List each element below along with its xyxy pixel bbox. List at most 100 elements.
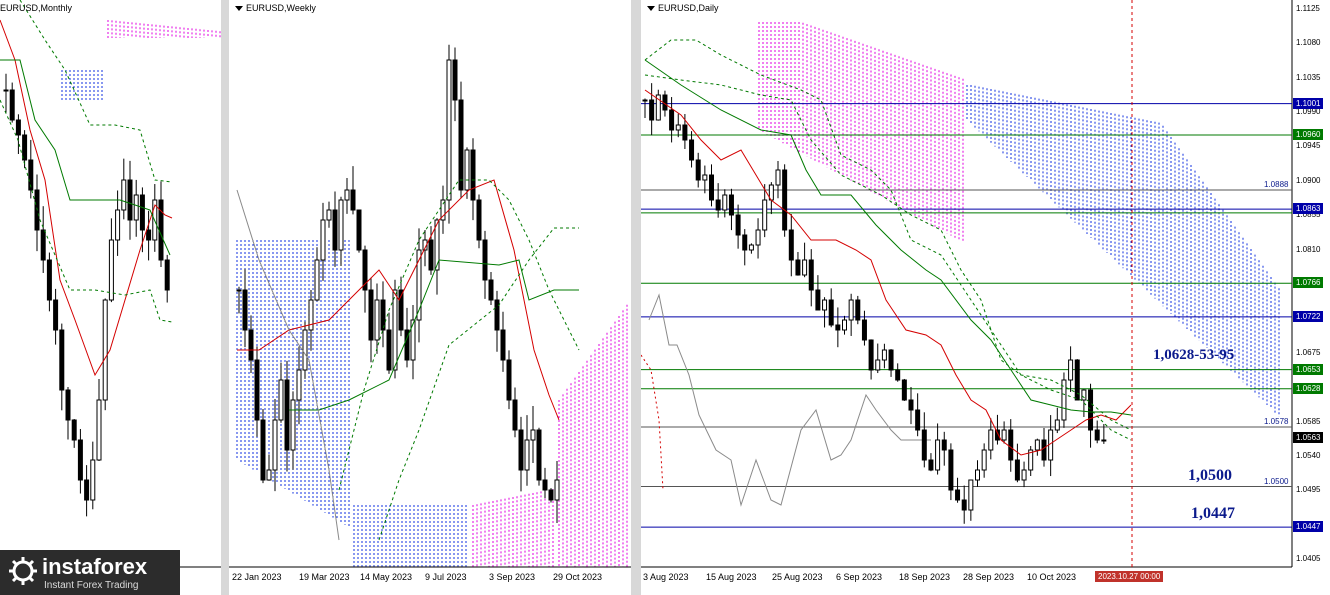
candle-body (1001, 429, 1007, 441)
candle-body (356, 209, 362, 251)
candle-body (689, 139, 695, 161)
logo-tagline: Instant Forex Trading (44, 580, 139, 591)
level-price-badge: 1.1001 (1293, 97, 1324, 109)
y-tick-label: 1.0540 (1296, 450, 1321, 460)
candle-body (65, 389, 71, 421)
dropdown-triangle-icon[interactable] (647, 6, 655, 12)
y-tick-label: 1.0900 (1296, 175, 1321, 185)
candle-body (314, 259, 320, 301)
daily-x-tick: 15 Aug 2023 (706, 572, 757, 582)
candle-body (428, 239, 434, 271)
candle-body (775, 169, 781, 186)
candle-body (242, 289, 248, 331)
candle-body (512, 399, 518, 431)
candle-body (77, 439, 83, 481)
candle-body (446, 59, 452, 201)
candle-body (488, 279, 494, 301)
candle-body (296, 369, 302, 401)
daily-x-tick: 18 Sep 2023 (899, 572, 951, 582)
annotation-1-0500: 1,0500 (1188, 467, 1232, 484)
candle-body (901, 379, 907, 401)
monthly-senkou-line (19, 0, 173, 183)
weekly-chart-panel[interactable]: EURUSD,Weekly 22 Jan 2023 19 Mar 2023 14… (229, 0, 631, 595)
candle-body (90, 459, 96, 501)
candle-body (861, 319, 867, 341)
weekly-x-tick: 19 Mar 2023 (299, 572, 350, 582)
weekly-x-tick: 3 Sep 2023 (489, 572, 536, 582)
candle-body (955, 489, 961, 501)
candle-body (554, 479, 560, 501)
candle-body (320, 219, 326, 261)
daily-chikou-line (648, 293, 931, 507)
candle-body (875, 359, 881, 371)
candle-body (470, 149, 476, 201)
level-price-badge: 1.0628 (1293, 382, 1324, 394)
candle-body (669, 109, 675, 131)
weekly-chart-title: EURUSD,Weekly (235, 3, 316, 13)
instaforex-logo: instaforex Instant Forex Trading (0, 550, 180, 595)
level-price-badge: 1.0863 (1293, 203, 1324, 215)
candle-body (935, 439, 941, 471)
candle-body (344, 189, 350, 201)
current-price-badge: 1.0563 (1293, 432, 1324, 444)
candle-body (868, 339, 874, 371)
candle-body (788, 229, 794, 261)
candle-body (682, 124, 688, 141)
daily-tenkan-line (644, 89, 1132, 456)
candle-body (1081, 389, 1087, 401)
candle-body (536, 429, 542, 481)
candle-body (530, 429, 536, 441)
candle-body (855, 299, 861, 321)
dropdown-triangle-icon[interactable] (235, 6, 243, 12)
candle-body (649, 99, 655, 121)
candle-body (1008, 429, 1014, 461)
candle-body (842, 319, 847, 331)
pane-separator[interactable] (631, 0, 641, 595)
y-tick-label: 1.0810 (1296, 244, 1321, 254)
candle-body (1021, 469, 1027, 481)
candle-body (848, 299, 854, 321)
candle-body (548, 489, 554, 501)
candle-body (40, 229, 46, 261)
candle-body (988, 429, 994, 451)
candle-body (290, 399, 296, 451)
candle-body (302, 329, 308, 371)
y-tick-label: 1.0945 (1296, 141, 1321, 151)
y-tick-label: 1.0675 (1296, 347, 1321, 357)
candle-body (284, 379, 290, 451)
candle-body (1101, 439, 1107, 442)
candle-body (709, 174, 714, 201)
weekly-x-tick: 14 May 2023 (360, 572, 413, 582)
candle-body (828, 299, 834, 326)
y-tick-label: 1.1080 (1296, 38, 1321, 48)
candle-body (506, 359, 512, 401)
candle-body (1088, 389, 1094, 431)
candle-body (975, 469, 980, 481)
candle-body (458, 99, 464, 191)
candle-body (392, 289, 398, 371)
candle-body (915, 409, 921, 431)
daily-x-tick: 10 Oct 2023 (1027, 572, 1077, 582)
candle-body (59, 329, 65, 391)
monthly-chart-canvas (0, 0, 221, 568)
pane-separator[interactable] (221, 0, 229, 595)
logo-brand: instaforex (42, 554, 148, 579)
candle-body (742, 234, 748, 251)
annotation-range: 1,0628-53-95 (1153, 347, 1235, 363)
y-tick-label: 1.0405 (1296, 554, 1321, 564)
daily-x-tick: 6 Sep 2023 (836, 572, 883, 582)
candle-body (755, 229, 761, 246)
candle-body (146, 229, 152, 241)
candle-body (102, 299, 108, 401)
candle-body (735, 214, 741, 236)
candle-body (981, 449, 987, 471)
level-price-badge: 1.0766 (1293, 277, 1324, 289)
monthly-chart-panel[interactable]: EURUSD,Monthly (0, 0, 221, 595)
daily-chart-title: EURUSD,Daily (647, 3, 719, 13)
candle-body (236, 289, 242, 292)
level-price-badge: 1.0722 (1293, 310, 1324, 322)
candle-body (115, 209, 121, 241)
candle-body (961, 499, 967, 511)
candle-body (948, 449, 954, 491)
weekly-x-tick: 22 Jan 2023 (232, 572, 282, 582)
